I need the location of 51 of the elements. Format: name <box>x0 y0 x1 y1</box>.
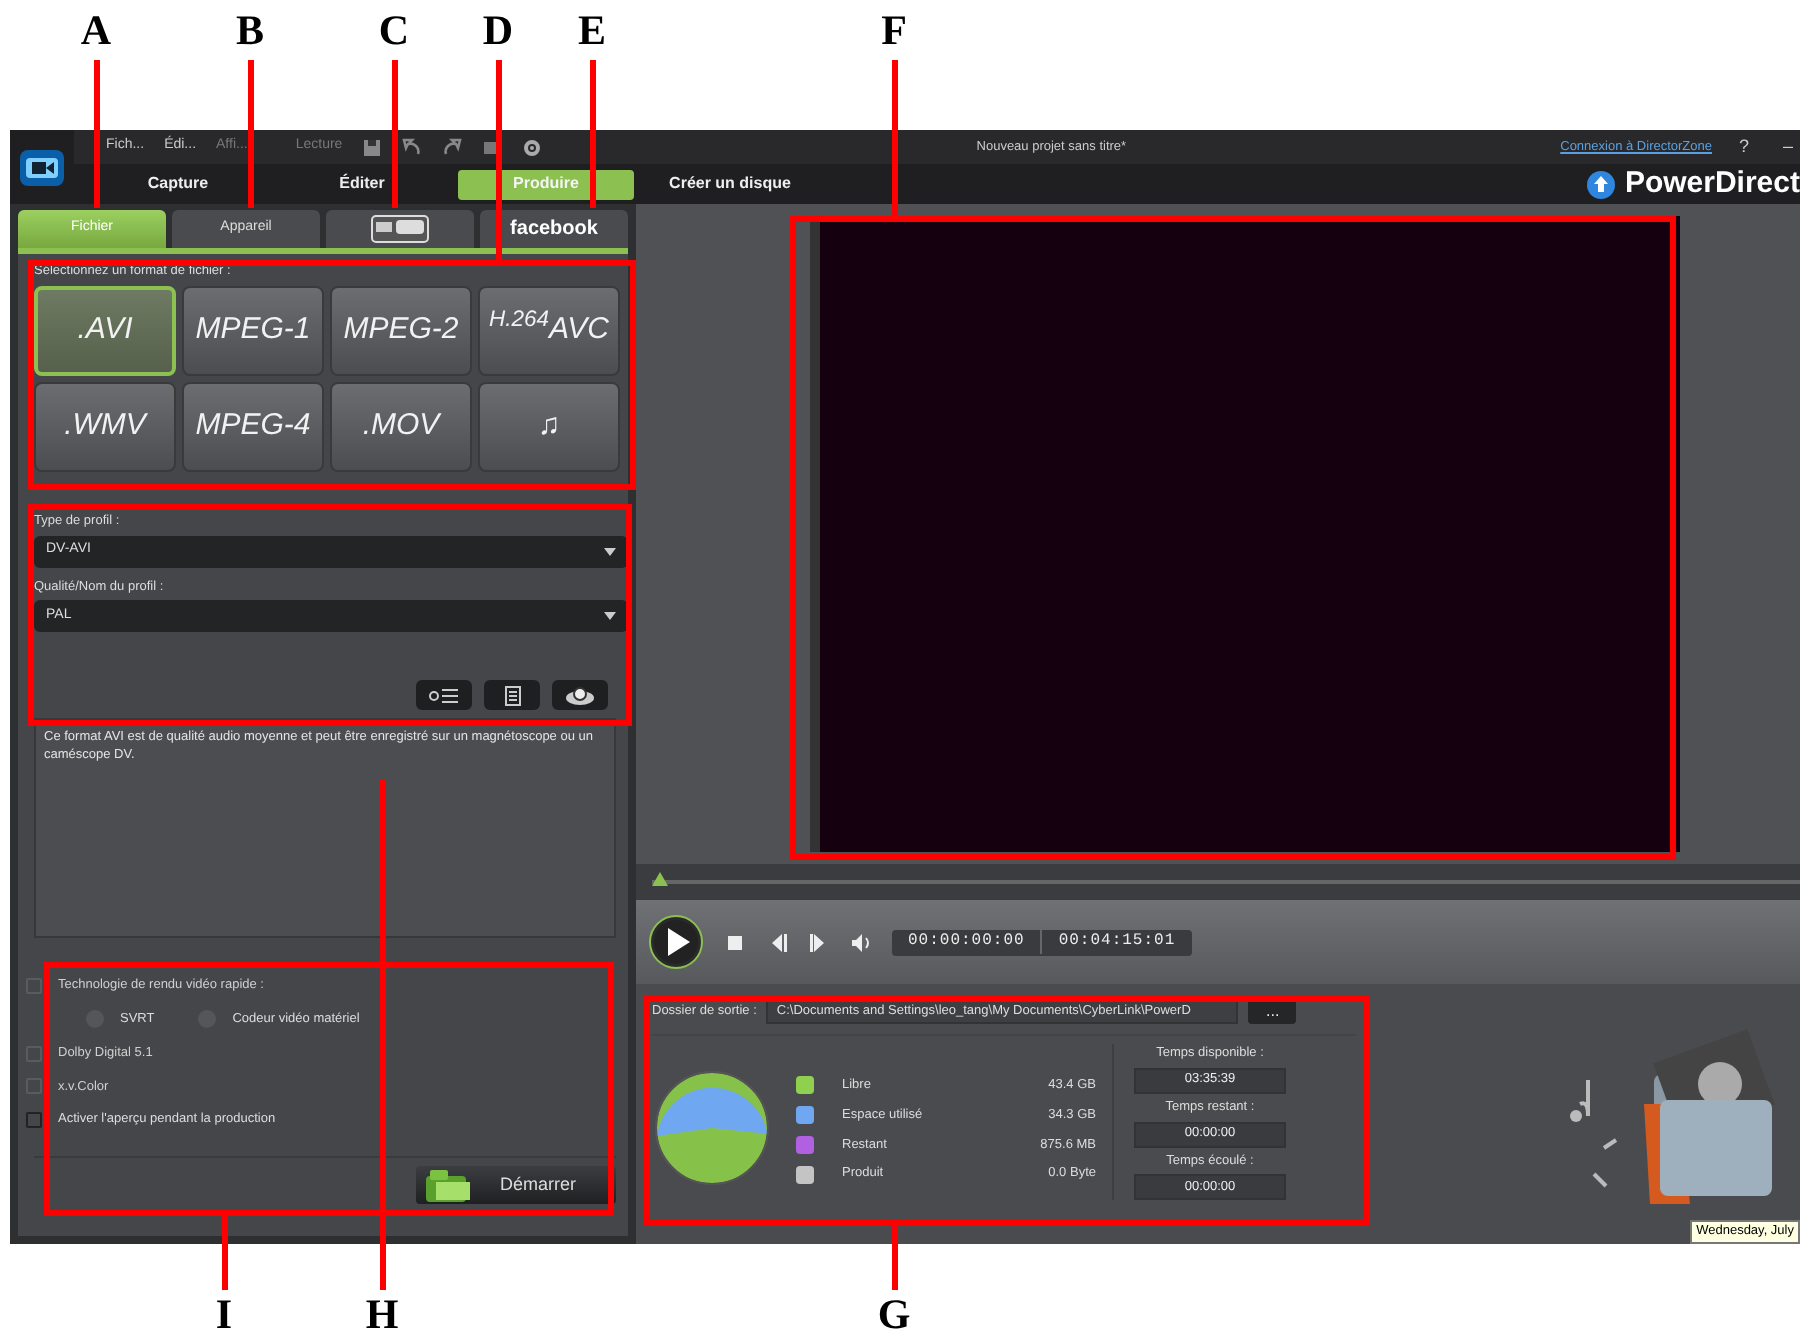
help-button[interactable]: ? <box>1732 133 1756 161</box>
format-button[interactable]: .AVI <box>34 285 176 376</box>
start-button[interactable]: Démarrer <box>416 1166 616 1204</box>
format-button[interactable]: MPEG-2 <box>330 285 472 376</box>
format-button[interactable]: $^{H.264}$AVC <box>478 285 620 376</box>
format-button[interactable]: MPEG-4 <box>182 381 324 472</box>
format-button[interactable]: .WMV <box>34 381 176 472</box>
callout-label: A <box>80 10 112 52</box>
toolbar-button[interactable] <box>484 680 540 711</box>
timecode: 00:00:00:00 <box>906 930 1027 954</box>
toolbar-button[interactable] <box>416 680 472 711</box>
format-button[interactable]: .MOV <box>330 381 472 472</box>
minimize-button[interactable]: – <box>1776 133 1800 161</box>
callout-label: I <box>215 1294 233 1336</box>
format-button[interactable]: MPEG-1 <box>182 285 324 376</box>
disc-upload-icon <box>564 685 596 706</box>
save-icon[interactable] <box>362 137 383 157</box>
callout-label: G <box>877 1294 911 1336</box>
caret-icon <box>604 612 616 621</box>
upgrade-icon[interactable] <box>1586 169 1617 199</box>
play-button[interactable] <box>648 914 704 970</box>
callout-label: F <box>881 10 907 52</box>
redo-icon[interactable] <box>442 137 463 157</box>
pie-chart-drawing <box>652 1068 772 1188</box>
callout-label: E <box>578 10 606 52</box>
settings-icon[interactable] <box>522 137 543 157</box>
brand-name: PowerDirect <box>1624 163 1800 204</box>
slider-thumb[interactable] <box>652 872 668 888</box>
toolbar-button[interactable] <box>552 680 608 711</box>
leader-line <box>222 1216 228 1290</box>
document-icon <box>501 685 523 706</box>
facebook-tab[interactable]: facebook <box>480 210 628 248</box>
leader-line <box>892 1226 898 1290</box>
callout-label: D <box>482 10 514 52</box>
caret-icon <box>604 547 616 555</box>
mode-tab[interactable]: Capture <box>90 169 266 199</box>
volume-icon[interactable] <box>850 931 872 953</box>
checkbox[interactable] <box>26 1112 42 1129</box>
list-settings-icon <box>428 685 460 706</box>
mode-tab[interactable]: Éditer <box>274 169 450 199</box>
callout-label: B <box>236 10 264 52</box>
timecode: 00:04:15:01 <box>1040 930 1192 954</box>
format-button[interactable]: ♫ <box>478 381 620 472</box>
folder-icon <box>424 1167 472 1203</box>
youtube-tab[interactable] <box>326 210 474 248</box>
callout-label: H <box>365 1294 399 1336</box>
mode-tab[interactable]: Créer un disque <box>642 169 818 199</box>
undo-icon[interactable] <box>402 137 423 157</box>
callout-label: C <box>378 10 410 52</box>
stop-icon[interactable] <box>724 931 746 953</box>
video-badge-icon <box>370 214 430 244</box>
